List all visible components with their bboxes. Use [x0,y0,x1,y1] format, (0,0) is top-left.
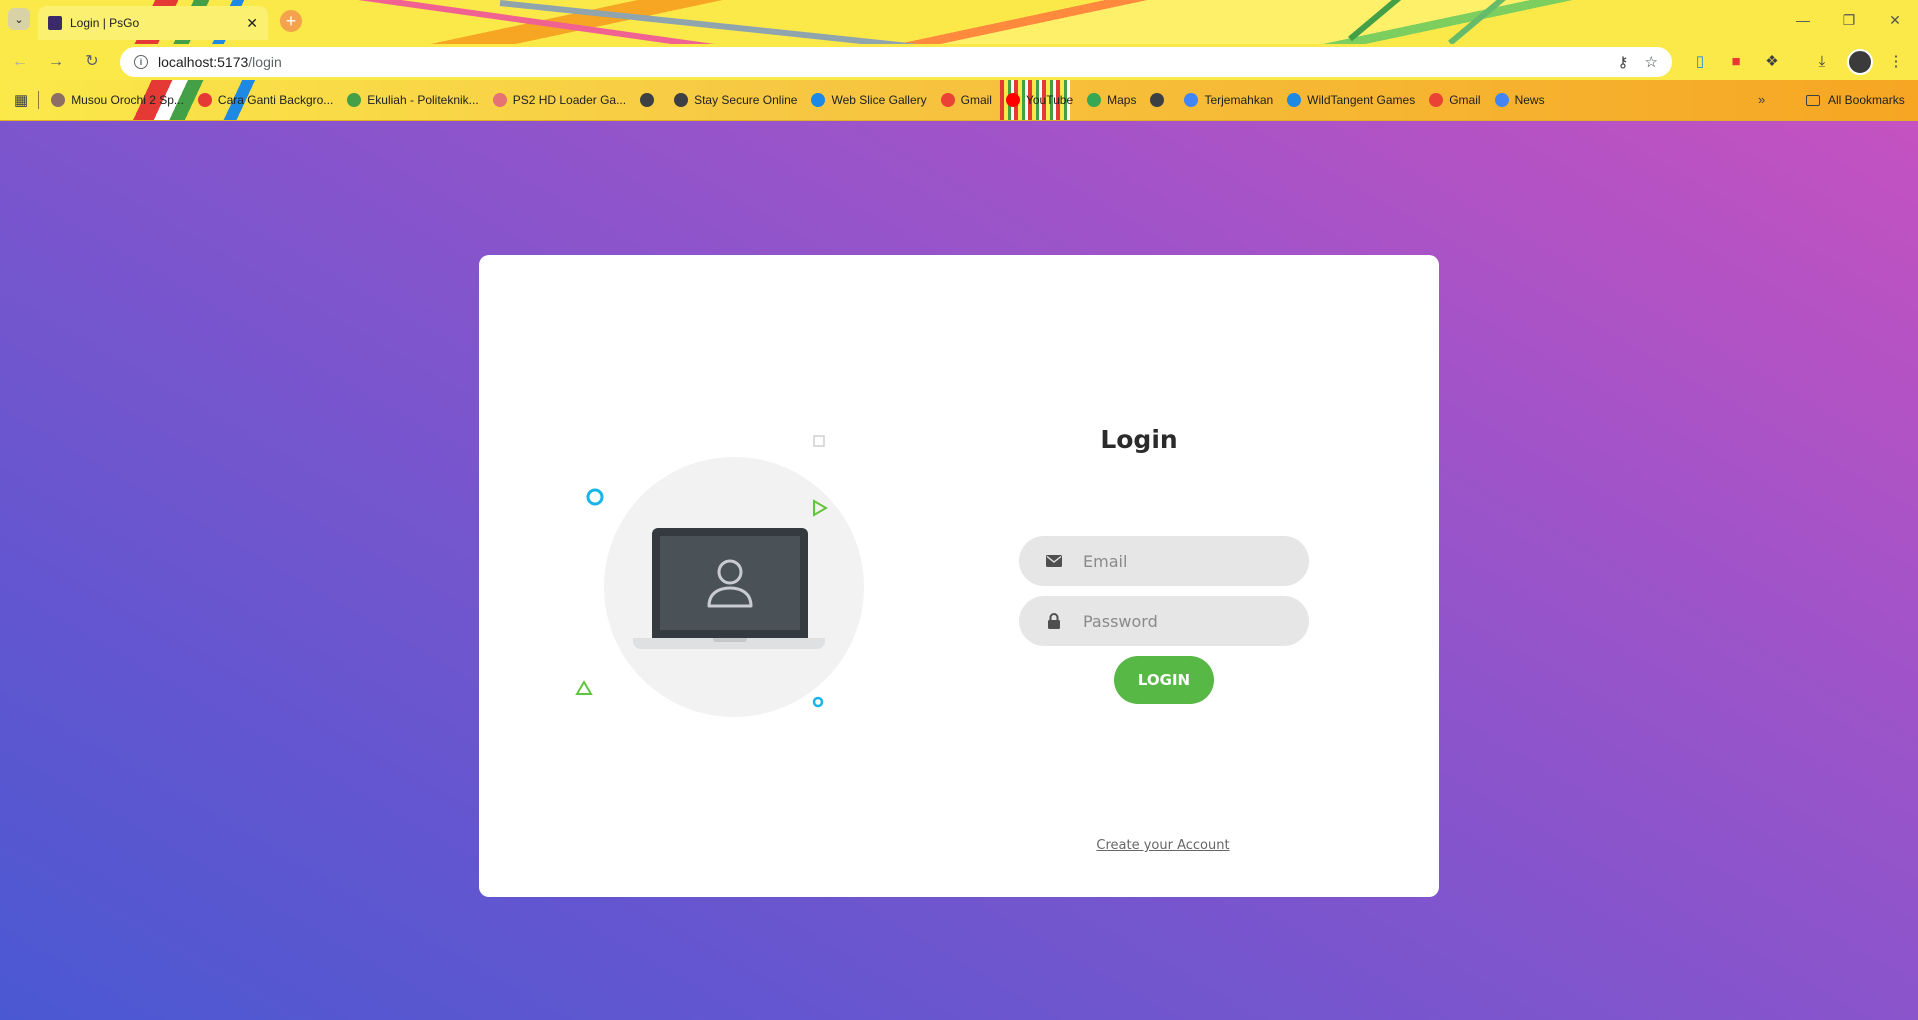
login-button[interactable]: LOGIN [1114,656,1214,704]
bookmarks-list: ▦ Musou Orochi 2 Sp... Cara Ganti Backgro… [14,80,1559,120]
restore-button[interactable]: ❐ [1826,0,1872,40]
tab-search-button[interactable]: ⌄ [8,8,30,30]
bookmark-label: WildTangent Games [1307,93,1416,107]
circle-shape-icon [586,488,604,506]
bookmark-favicon-icon [1429,93,1444,107]
password-field[interactable] [1019,596,1309,646]
extensions-puzzle-icon[interactable]: ❖ [1762,52,1782,72]
bookmark-item[interactable]: PS2 HD Loader Ga... [492,93,627,107]
minimize-button[interactable]: — [1780,0,1826,40]
bookmark-item[interactable]: Web Slice Gallery [811,93,927,107]
bookmark-label: Ekuliah - Politeknik... [367,93,479,107]
bookmark-item[interactable]: WildTangent Games [1287,93,1415,107]
back-button[interactable]: ← [10,52,30,72]
address-bar[interactable]: i localhost:5173/login ⚷ ☆ [120,47,1672,77]
bookmark-label: Stay Secure Online [694,93,798,107]
bookmark-favicon-icon [51,93,66,107]
laptop-notch [713,638,747,642]
bookmark-favicon-icon [1150,93,1165,107]
bookmark-label: Maps [1107,93,1137,107]
bookmark-item[interactable]: Ekuliah - Politeknik... [347,93,479,107]
bookmark-favicon-icon [492,93,507,107]
bookmark-item[interactable] [1150,93,1170,107]
password-input[interactable] [1083,611,1283,631]
bookmark-favicon-icon [1087,93,1102,107]
bookmark-favicon-icon [674,93,689,107]
lock-icon [1045,612,1063,630]
email-field[interactable] [1019,536,1309,586]
extension-docs-icon[interactable]: ▯ [1690,52,1710,72]
more-bookmarks-icon[interactable]: » [1758,92,1765,107]
all-bookmarks-button[interactable]: All Bookmarks [1806,80,1905,120]
bookmark-favicon-icon [940,93,955,107]
bookmark-label: Gmail [1449,93,1481,107]
bookmark-item[interactable]: YouTube [1005,93,1074,107]
window-close-button[interactable]: ✕ [1872,0,1918,40]
profile-avatar[interactable] [1847,49,1873,75]
forward-button[interactable]: → [46,52,66,72]
bookmark-item[interactable]: Gmail [940,93,992,107]
play-triangle-shape-icon [813,499,828,517]
user-avatar-icon [707,559,753,608]
bookmark-item[interactable]: Stay Secure Online [674,93,797,107]
apps-grid-icon[interactable]: ▦ [14,91,28,109]
create-account-link[interactable]: Create your Account [1088,838,1238,853]
bookmark-favicon-icon [1287,93,1302,107]
bookmark-star-icon[interactable]: ☆ [1645,53,1658,71]
bookmark-item[interactable]: Gmail [1429,93,1481,107]
browser-title-bar: ⌄ Login | PsGo ✕ + — ❐ ✕ [0,0,1918,44]
browser-menu-icon[interactable]: ⋮ [1886,52,1906,72]
active-tab[interactable]: Login | PsGo ✕ [38,6,268,40]
bookmark-separator [38,91,40,109]
all-bookmarks-label: All Bookmarks [1828,93,1905,107]
bookmark-label: Gmail [960,93,992,107]
bookmark-label: Cara Ganti Backgro... [217,93,334,107]
bookmark-label: News [1514,93,1545,107]
password-key-icon[interactable]: ⚷ [1618,53,1629,71]
downloads-icon[interactable]: ⤓ [1812,52,1832,72]
site-info-icon[interactable]: i [134,55,148,69]
bookmark-label: Web Slice Gallery [831,93,927,107]
bookmark-label: YouTube [1025,93,1074,107]
login-title: Login [1100,425,1178,454]
url-path: /login [248,54,282,70]
bookmark-favicon-icon [197,93,212,107]
bookmark-item[interactable]: News [1494,93,1545,107]
bookmark-item[interactable] [640,93,660,107]
folder-icon [1806,94,1820,106]
bookmark-item[interactable]: Cara Ganti Backgro... [197,93,334,107]
envelope-icon [1045,552,1063,570]
laptop-icon [652,528,808,638]
bookmark-favicon-icon [1494,93,1509,107]
address-url[interactable]: localhost:5173/login [158,54,1602,70]
square-shape-icon [813,435,825,447]
browser-toolbar: ← → ↻ i localhost:5173/login ⚷ ☆ ▯ ■ ❖ ⤓… [0,44,1918,80]
bookmark-favicon-icon [347,93,362,107]
bookmark-item[interactable]: Musou Orochi 2 Sp... [51,93,184,107]
triangle-shape-icon [575,680,593,695]
bookmark-label: Terjemahkan [1204,93,1274,107]
extension-red-icon[interactable]: ■ [1726,52,1746,72]
bookmarks-bar: ▦ Musou Orochi 2 Sp... Cara Ganti Backgro… [0,80,1918,121]
small-circle-shape-icon [812,696,824,708]
bookmark-item[interactable]: Maps [1087,93,1136,107]
bookmark-label: PS2 HD Loader Ga... [512,93,627,107]
bookmark-favicon-icon [1184,93,1199,107]
new-tab-button[interactable]: + [280,10,302,32]
bookmark-favicon-icon [640,93,655,107]
reload-button[interactable]: ↻ [82,52,102,72]
url-host: localhost:5173 [158,54,249,70]
tab-favicon-icon [48,16,62,30]
bookmark-favicon-icon [811,93,826,107]
tab-title: Login | PsGo [70,16,140,30]
tab-close-icon[interactable]: ✕ [246,15,258,32]
bookmark-favicon-icon [1005,93,1020,107]
login-card: Login LOGIN Create your Account [479,255,1439,897]
bookmark-item[interactable]: Terjemahkan [1184,93,1273,107]
bookmark-label: Musou Orochi 2 Sp... [71,93,184,107]
page-background: Login LOGIN Create your Account [0,121,1918,1020]
email-input[interactable] [1083,551,1283,571]
